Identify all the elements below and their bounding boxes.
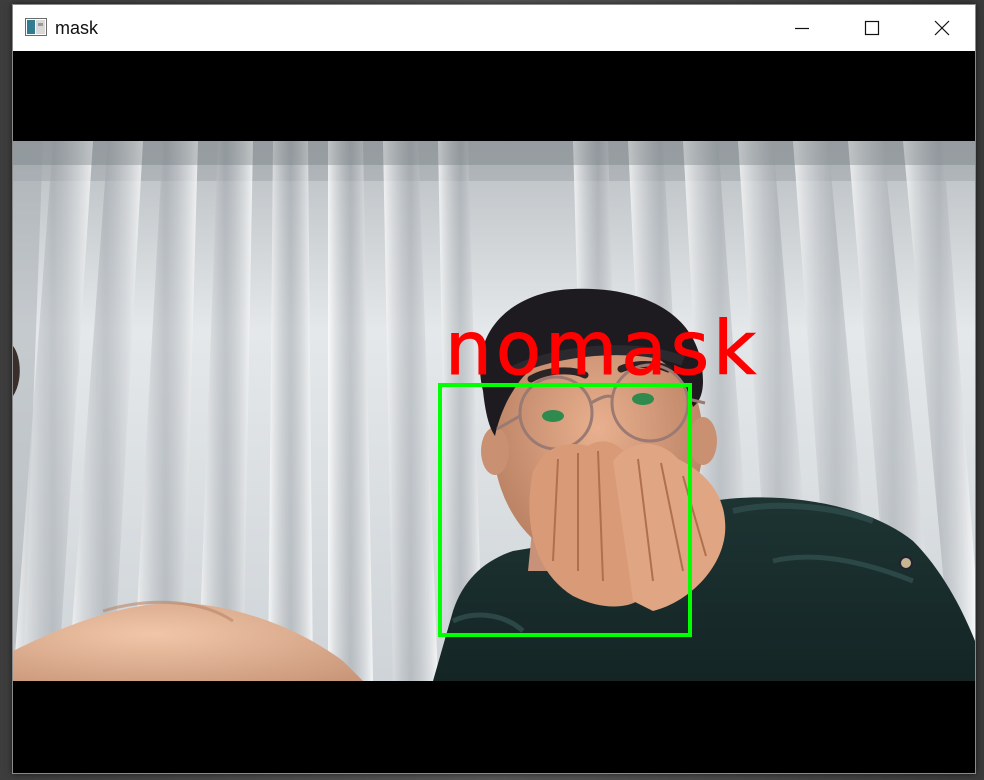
mask-status-label: nomask	[444, 306, 761, 392]
title-bar[interactable]: mask	[13, 5, 975, 51]
minimize-button[interactable]	[767, 5, 837, 51]
camera-frame: nomask	[13, 141, 975, 681]
opencv-window-icon	[25, 18, 47, 36]
minimize-icon	[795, 27, 809, 30]
image-canvas[interactable]: nomask	[13, 51, 975, 773]
face-detection-box	[438, 383, 692, 637]
mask-window: mask nomask	[12, 4, 976, 774]
close-icon	[934, 20, 950, 36]
maximize-icon	[864, 20, 880, 36]
maximize-button[interactable]	[837, 5, 907, 51]
window-title: mask	[55, 18, 99, 38]
close-button[interactable]	[907, 5, 977, 51]
